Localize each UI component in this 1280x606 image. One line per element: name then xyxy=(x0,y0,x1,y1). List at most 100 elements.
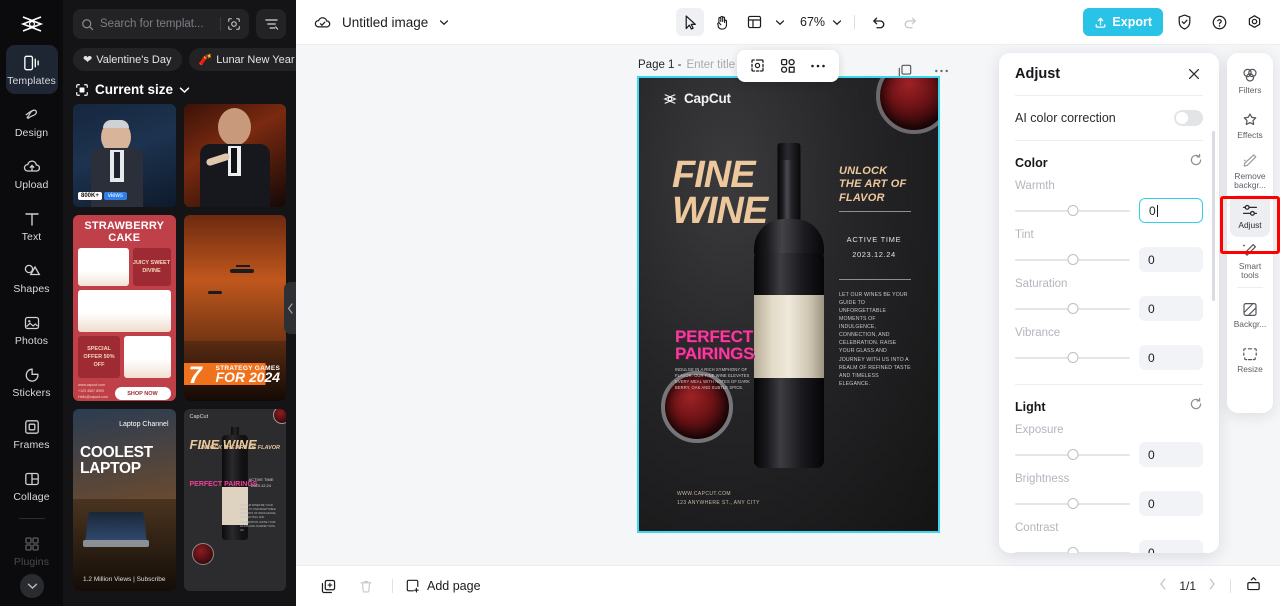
sidebar-item-upload[interactable]: Upload xyxy=(6,149,58,198)
slider-knob[interactable] xyxy=(1067,254,1078,265)
sidebar-item-photos[interactable]: Photos xyxy=(6,305,58,354)
exposure-value-input[interactable]: 0 xyxy=(1139,442,1203,467)
template-card[interactable]: Laptop Channel COOLEST LAPTOP 1.2 Millio… xyxy=(73,409,176,591)
slider-knob[interactable] xyxy=(1067,498,1078,509)
sidebar-item-label: Shapes xyxy=(13,283,50,296)
export-button[interactable]: Export xyxy=(1083,8,1163,36)
sidebar-item-templates[interactable]: Templates xyxy=(5,45,58,94)
poster-canvas[interactable]: CapCut FINE WINE PERFECT PAIRINGS INDULG… xyxy=(637,76,940,533)
sidebar-item-label: Design xyxy=(14,127,49,140)
saturation-slider[interactable] xyxy=(1015,302,1130,316)
reset-icon xyxy=(1190,397,1202,410)
layout-tool-button[interactable] xyxy=(740,8,768,36)
tool-filters[interactable]: Filters xyxy=(1230,60,1270,102)
sidebar-item-shapes[interactable]: Shapes xyxy=(6,253,58,302)
tool-background[interactable]: Backgr... xyxy=(1230,294,1270,336)
control-exposure: Exposure 0 xyxy=(999,418,1219,467)
thumbnail-cta: SHOP NOW xyxy=(114,387,171,401)
template-card[interactable]: 800K+ views xyxy=(73,104,176,207)
slider-knob[interactable] xyxy=(1067,547,1078,553)
contrast-value-input[interactable]: 0 xyxy=(1139,540,1203,553)
undo-button[interactable] xyxy=(864,8,892,36)
warmth-value-input[interactable]: 0 xyxy=(1139,198,1203,223)
reset-color-button[interactable] xyxy=(1189,153,1203,172)
redo-button[interactable] xyxy=(896,8,924,36)
visual-search-icon[interactable] xyxy=(227,17,241,31)
tag-chip-lunar-new-year[interactable]: 🧨 Lunar New Year xyxy=(188,48,296,71)
current-size-label: Current size xyxy=(95,82,174,97)
warmth-slider[interactable] xyxy=(1015,204,1130,218)
capcut-logo-icon[interactable] xyxy=(15,9,49,39)
tool-adjust[interactable]: Adjust xyxy=(1230,195,1270,237)
sidebar-item-text[interactable]: Text xyxy=(6,201,58,250)
tool-label: Smart tools xyxy=(1238,260,1262,280)
vibrance-value-input[interactable]: 0 xyxy=(1139,345,1203,370)
prev-page-button[interactable] xyxy=(1159,577,1167,595)
slider-knob[interactable] xyxy=(1067,352,1078,363)
thumbnail-tag: JUICY SWEET DIVINE xyxy=(132,248,171,286)
zoom-chevron[interactable] xyxy=(829,8,845,36)
brightness-value-input[interactable]: 0 xyxy=(1139,491,1203,516)
template-card[interactable] xyxy=(183,104,286,207)
control-label: Saturation xyxy=(1015,278,1068,290)
zoom-level[interactable]: 67% xyxy=(800,15,825,29)
slider-knob[interactable] xyxy=(1067,303,1078,314)
tag-chip-valentines[interactable]: ❤ Valentine's Day xyxy=(73,48,182,71)
contrast-slider[interactable] xyxy=(1015,546,1130,553)
panel-scrollbar[interactable] xyxy=(1212,131,1215,301)
tool-resize[interactable]: Resize xyxy=(1230,339,1270,381)
document-title[interactable]: Untitled image xyxy=(342,15,428,30)
poster-pink-heading: PERFECT PAIRINGS xyxy=(675,328,755,363)
tint-slider[interactable] xyxy=(1015,253,1130,267)
gold-text: UNLOCK THE ART OF FLAVOR xyxy=(198,445,280,451)
ai-color-correction-toggle[interactable] xyxy=(1174,110,1203,126)
tool-smart-tools[interactable]: Smart tools xyxy=(1230,240,1270,282)
saturation-value-input[interactable]: 0 xyxy=(1139,296,1203,321)
next-page-button[interactable] xyxy=(1208,577,1216,595)
delete-button[interactable] xyxy=(352,572,380,600)
page-title-input[interactable]: Enter title xyxy=(686,59,735,71)
poster-body-text: LET OUR WINES BE YOUR GUIDE TO UNFORGETT… xyxy=(839,292,911,387)
rail-expand-button[interactable] xyxy=(20,574,44,598)
bottombar-divider xyxy=(392,579,393,593)
current-size-selector[interactable]: Current size xyxy=(63,71,296,104)
brightness-slider[interactable] xyxy=(1015,497,1130,511)
footer-text: 1.2 Million Views | Subscribe xyxy=(83,576,166,583)
template-card[interactable]: STRAWBERRY CAKE JUICY SWEET DIVINE SPECI… xyxy=(73,215,176,401)
sidebar-item-design[interactable]: Design xyxy=(6,97,58,146)
slider-knob[interactable] xyxy=(1067,205,1078,216)
template-card[interactable]: 7 STRATEGY GAMES FOR 2024 xyxy=(183,215,286,401)
duplicate-button[interactable] xyxy=(314,572,342,600)
exposure-slider[interactable] xyxy=(1015,448,1130,462)
document-title-chevron[interactable] xyxy=(430,8,458,36)
tool-label: Filters xyxy=(1238,85,1262,96)
filter-button[interactable] xyxy=(256,9,286,39)
sidebar-item-collage[interactable]: Collage xyxy=(6,461,58,510)
close-panel-button[interactable] xyxy=(1185,65,1203,83)
more-options-button[interactable] xyxy=(805,53,831,79)
layout-chevron[interactable] xyxy=(772,8,788,36)
select-tool-button[interactable] xyxy=(676,8,704,36)
search-input[interactable]: Search for templat... xyxy=(73,9,249,39)
sidebar-item-stickers[interactable]: Stickers xyxy=(6,357,58,406)
tool-effects[interactable]: Effects xyxy=(1230,105,1270,147)
reset-light-button[interactable] xyxy=(1189,397,1203,416)
cloud-check-icon[interactable] xyxy=(308,8,336,36)
template-card[interactable]: CapCut FINE WINE PERFECT PAIRINGS UNLOCK… xyxy=(183,409,286,591)
add-page-button[interactable]: Add page xyxy=(405,578,481,594)
hand-tool-button[interactable] xyxy=(708,8,736,36)
settings-button[interactable] xyxy=(1240,8,1268,36)
panel-toggle-button[interactable] xyxy=(1245,576,1262,597)
tint-value-input[interactable]: 0 xyxy=(1139,247,1203,272)
vibrance-slider[interactable] xyxy=(1015,351,1130,365)
shield-check-button[interactable] xyxy=(1170,8,1198,36)
help-button[interactable] xyxy=(1205,8,1233,36)
sidebar-item-plugins[interactable]: Plugins xyxy=(6,526,58,575)
slider-knob[interactable] xyxy=(1067,449,1078,460)
sidebar-item-frames[interactable]: Frames xyxy=(6,409,58,458)
crop-tool-button[interactable] xyxy=(745,53,771,79)
panel-collapse-handle[interactable] xyxy=(284,282,296,334)
ai-tools-button[interactable] xyxy=(775,53,801,79)
template-search-row: Search for templat... xyxy=(63,0,296,39)
tool-remove-background[interactable]: Remove backgr... xyxy=(1230,150,1270,192)
